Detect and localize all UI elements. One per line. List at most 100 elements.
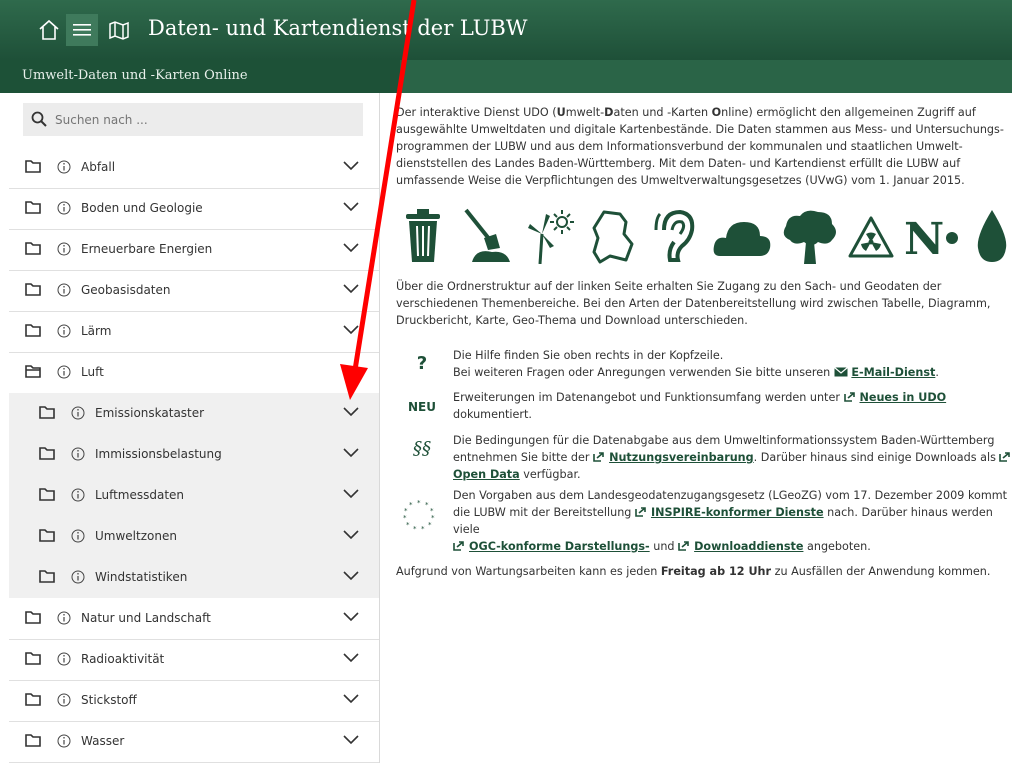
external-link-icon <box>593 452 604 462</box>
chevron-down-icon[interactable] <box>343 160 359 172</box>
info-icon[interactable] <box>71 406 85 420</box>
chevron-down-icon[interactable] <box>343 242 359 254</box>
folder-icon <box>25 242 41 255</box>
open-data-link[interactable]: Open Data <box>453 468 520 481</box>
sidebar-item-2[interactable]: Erneuerbare Energien <box>9 229 379 271</box>
svg-text:*: * <box>409 501 413 509</box>
maintenance-time: Freitag ab 12 Uhr <box>660 565 772 578</box>
info-icon[interactable] <box>57 242 71 256</box>
chevron-down-icon[interactable] <box>343 529 359 541</box>
sidebar-item-label: Boden und Geologie <box>81 201 203 215</box>
shovel-soil-icon <box>464 208 510 262</box>
help-text: Die Hilfe finden Sie oben rechts in der … <box>453 347 1012 381</box>
sidebar-item-0[interactable]: Abfall <box>9 147 379 189</box>
cloud-icon <box>713 222 771 256</box>
sidebar-item-label: Umweltzonen <box>95 529 177 543</box>
map-icon[interactable] <box>106 17 132 43</box>
sidebar-item-13[interactable]: Stickstoff <box>9 680 379 722</box>
chevron-down-icon[interactable] <box>343 406 359 418</box>
tree-icon <box>783 210 836 264</box>
folder-icon <box>25 611 41 624</box>
svg-text:N: N <box>904 214 944 264</box>
water-drop-icon <box>977 210 1007 262</box>
info-icon[interactable] <box>57 365 71 379</box>
sidebar-item-1[interactable]: Boden und Geologie <box>9 188 379 230</box>
info-icon[interactable] <box>71 529 85 543</box>
sidebar-item-8[interactable]: Luftmessdaten <box>9 475 379 516</box>
sidebar-item-label: Lärm <box>81 324 112 338</box>
info-icon[interactable] <box>71 488 85 502</box>
chevron-down-icon[interactable] <box>343 488 359 500</box>
maintenance-notice: Aufgrund von Wartungsarbeiten kann es je… <box>396 563 1012 580</box>
menu-button[interactable] <box>66 14 98 46</box>
chevron-down-icon[interactable] <box>343 447 359 459</box>
info-icon[interactable] <box>57 652 71 666</box>
chevron-down-icon[interactable] <box>343 324 359 336</box>
eu-stars-icon: * ********** <box>403 499 435 533</box>
sidebar-item-12[interactable]: Radioaktivität <box>9 639 379 681</box>
chevron-down-icon[interactable] <box>343 611 359 623</box>
nutzungsvereinbarung-link[interactable]: Nutzungsvereinbarung <box>609 451 754 464</box>
email-service-link[interactable]: E-Mail-Dienst <box>851 366 935 379</box>
search-input[interactable] <box>53 109 357 131</box>
theme-icon-row: N <box>404 208 1012 268</box>
intro-o: O <box>711 106 722 119</box>
sub-bar: Umwelt-Daten und -Karten Online <box>0 60 1012 93</box>
external-link-icon <box>999 452 1011 462</box>
ogc-link[interactable]: OGC-konforme Darstellungs- <box>469 540 650 553</box>
intro-u: U <box>556 106 566 119</box>
sidebar-item-label: Natur und Landschaft <box>81 611 211 625</box>
ear-icon <box>654 209 695 262</box>
chevron-down-icon[interactable] <box>343 283 359 295</box>
info-icon[interactable] <box>71 570 85 584</box>
map-bw-icon <box>592 210 634 264</box>
svg-text:*: * <box>428 521 432 529</box>
info-icon[interactable] <box>57 734 71 748</box>
sidebar-item-5[interactable]: Luft <box>9 352 379 394</box>
info-icon[interactable] <box>71 447 85 461</box>
app-title: Daten- und Kartendienst der LUBW <box>148 16 528 40</box>
svg-text:*: * <box>406 521 410 529</box>
sidebar-item-label: Emissionskataster <box>95 406 205 420</box>
sidebar-item-3[interactable]: Geobasisdaten <box>9 270 379 312</box>
sidebar-item-4[interactable]: Lärm <box>9 311 379 353</box>
chevron-down-icon[interactable] <box>343 365 359 377</box>
chevron-down-icon[interactable] <box>343 652 359 664</box>
intro-text-1: Der interaktive Dienst UDO ( <box>396 106 557 119</box>
info-icon[interactable] <box>57 611 71 625</box>
chevron-down-icon[interactable] <box>343 693 359 705</box>
folder-icon <box>25 160 41 173</box>
home-icon[interactable] <box>36 17 62 43</box>
sidebar-item-9[interactable]: Umweltzonen <box>9 516 379 557</box>
folder-info-paragraph: Über die Ordnerstruktur auf der linken S… <box>396 280 991 327</box>
sidebar-item-14[interactable]: Wasser <box>9 721 379 763</box>
chevron-down-icon[interactable] <box>343 734 359 746</box>
folder-icon <box>25 693 41 706</box>
info-icon[interactable] <box>57 693 71 707</box>
intro-text-3: aten und -Karten <box>613 106 712 119</box>
inspire-text-4: angeboten. <box>807 540 871 553</box>
sidebar-item-11[interactable]: Natur und Landschaft <box>9 598 379 640</box>
top-bar: Daten- und Kartendienst der LUBW <box>0 0 1012 60</box>
info-icon[interactable] <box>57 324 71 338</box>
help-end: . <box>935 366 939 379</box>
info-icon[interactable] <box>57 283 71 297</box>
neues-in-udo-link[interactable]: Neues in UDO <box>860 391 947 404</box>
downloaddienste-link[interactable]: Downloaddienste <box>694 540 803 553</box>
inspire-text-3: und <box>653 540 675 553</box>
info-icon[interactable] <box>57 201 71 215</box>
sidebar-item-7[interactable]: Immissionsbelastung <box>9 434 379 475</box>
intro-paragraph: Der interaktive Dienst UDO (Umwelt-Daten… <box>396 104 1012 189</box>
external-link-icon <box>843 392 855 402</box>
sidebar-item-6[interactable]: Emissionskataster <box>9 393 379 434</box>
inspire-link[interactable]: INSPIRE-konformer Dienste <box>651 506 824 519</box>
folder-icon <box>25 652 41 665</box>
search-box[interactable] <box>23 103 363 136</box>
chevron-down-icon[interactable] <box>343 570 359 582</box>
sidebar-item-label: Wasser <box>81 734 125 748</box>
sidebar-item-10[interactable]: Windstatistiken <box>9 557 379 598</box>
nutzung-text-2: . Darüber hinaus sind einige Downloads a… <box>753 451 996 464</box>
chevron-down-icon[interactable] <box>343 201 359 213</box>
info-icon[interactable] <box>57 160 71 174</box>
help-line-2: Bei weiteren Fragen oder Anregungen verw… <box>453 366 831 379</box>
